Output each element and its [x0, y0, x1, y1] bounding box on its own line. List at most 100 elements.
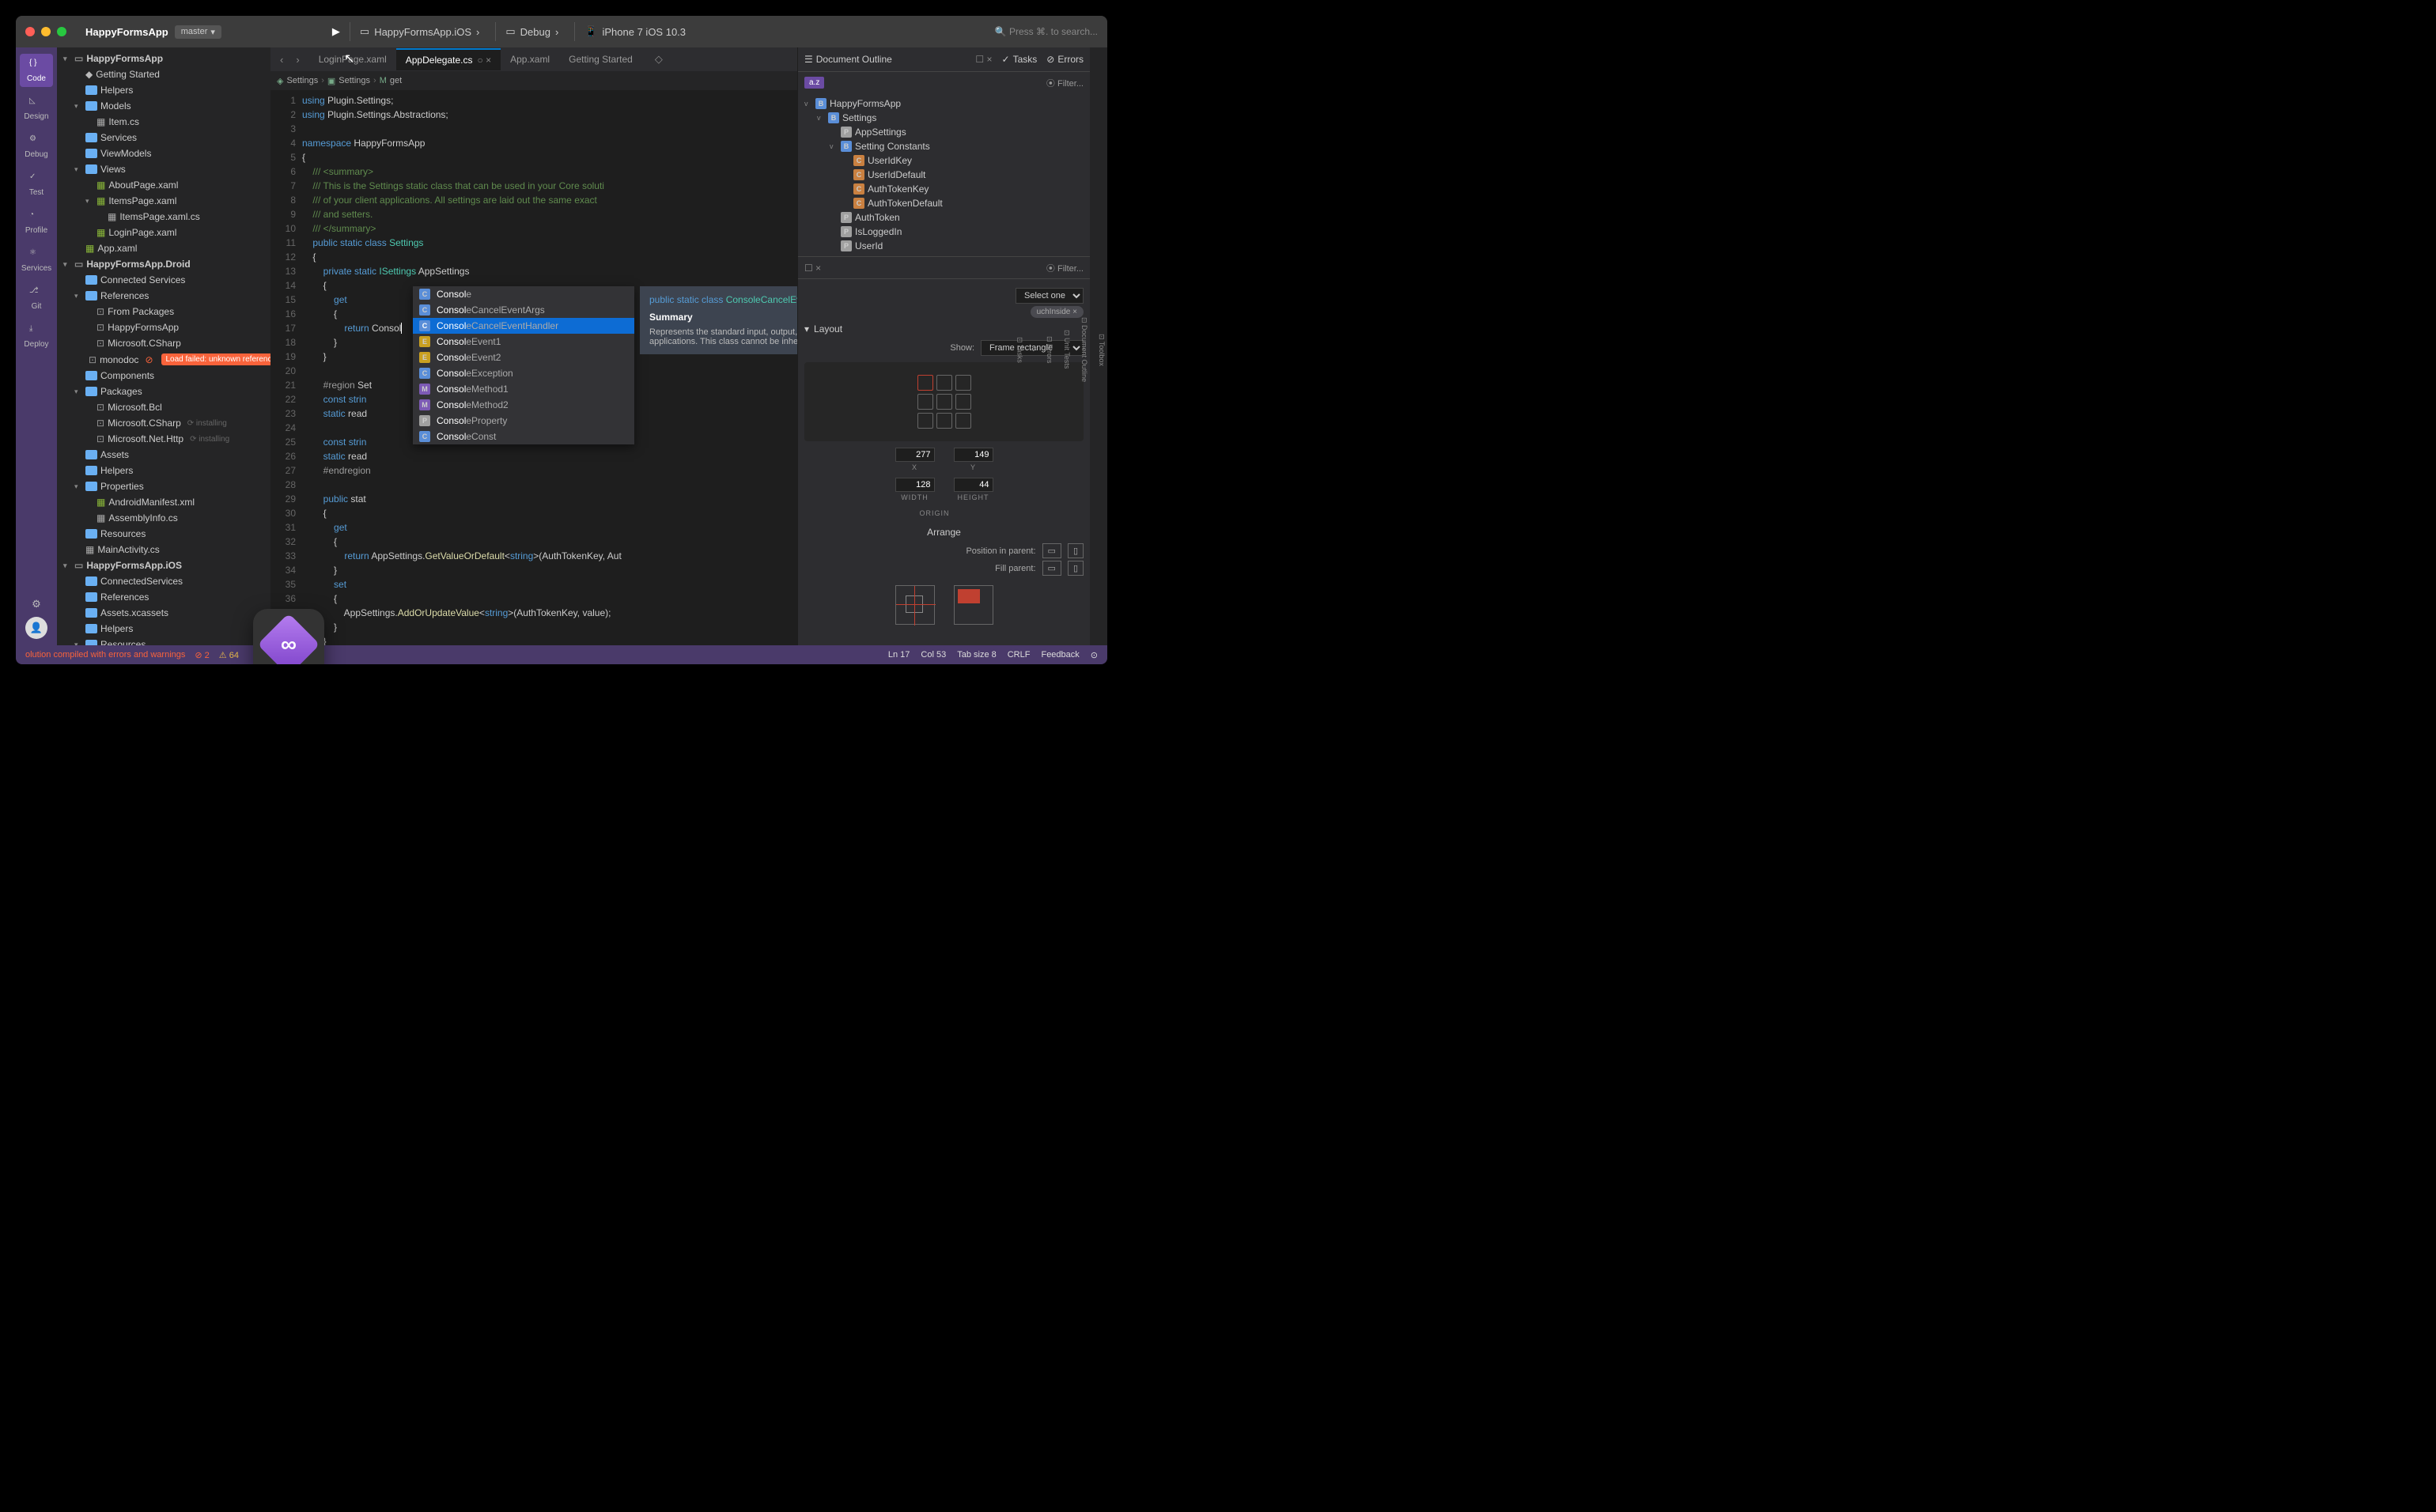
tree-item[interactable]: References	[57, 589, 270, 605]
side-tab[interactable]: ⊡ Errors	[1044, 330, 1055, 370]
side-tab[interactable]: ⊡ Document Outline	[1079, 311, 1090, 388]
dock-app-icon[interactable]: ∞	[253, 609, 324, 664]
height-input[interactable]	[954, 478, 993, 492]
errors-tab[interactable]: ⊘ Errors	[1046, 54, 1084, 65]
autocomplete-item[interactable]: CConsoleCancelEventHandler	[413, 318, 634, 334]
activity-deploy[interactable]: ⤓Deploy	[20, 319, 53, 353]
pos-v-icon[interactable]: ▯	[1068, 543, 1084, 558]
autocomplete-item[interactable]: CConsole	[413, 286, 634, 302]
breadcrumb-item[interactable]: M get	[380, 76, 402, 85]
tree-item[interactable]: ⊡Microsoft.Net.Http⟳ installing	[57, 431, 270, 447]
outline-item[interactable]: C AuthTokenDefault	[798, 196, 1090, 210]
outline-item[interactable]: vB Setting Constants	[798, 139, 1090, 153]
props-dock-icon[interactable]: ☐ ×	[804, 263, 821, 274]
feedback-link[interactable]: Feedback	[1041, 650, 1079, 660]
tasks-tab[interactable]: ✓ Tasks	[1002, 54, 1038, 65]
branch-selector[interactable]: master ▾	[175, 25, 221, 39]
tree-item[interactable]: ▦ItemsPage.xaml.cs	[57, 209, 270, 225]
tab-size[interactable]: Tab size 8	[957, 650, 997, 660]
outline-filter[interactable]: ⦿ Filter...	[1046, 77, 1084, 89]
tree-item[interactable]: ▦MainActivity.cs	[57, 542, 270, 558]
origin-x-input[interactable]	[895, 448, 935, 462]
activity-git[interactable]: ⎇Git	[20, 282, 53, 315]
activity-debug[interactable]: ⚙Debug	[20, 130, 53, 163]
target-device[interactable]: 📱 iPhone 7 iOS 10.3	[574, 22, 692, 41]
editor-tab[interactable]: LoginPage.xaml	[309, 48, 396, 70]
doc-outline-tab[interactable]: ☰ Document Outline	[804, 54, 892, 65]
activity-services[interactable]: ⚛Services	[20, 244, 53, 277]
side-tab[interactable]: ⊡ Toolbox	[1096, 327, 1107, 372]
autocomplete-item[interactable]: MConsoleMethod2	[413, 397, 634, 413]
tree-item[interactable]: ⊡From Packages	[57, 304, 270, 319]
tree-item[interactable]: ViewModels	[57, 146, 270, 161]
tree-item[interactable]: ▾References	[57, 288, 270, 304]
tree-item[interactable]: Assets.xcassets	[57, 605, 270, 621]
event-chip[interactable]: uchInside ×	[1031, 306, 1084, 318]
tree-item[interactable]: ▾Properties	[57, 478, 270, 494]
line-ending[interactable]: CRLF	[1008, 650, 1031, 660]
tree-item[interactable]: ▦AndroidManifest.xml	[57, 494, 270, 510]
tree-item[interactable]: ▾▦ItemsPage.xaml	[57, 193, 270, 209]
settings-icon[interactable]: ⚙	[32, 598, 41, 610]
tree-item[interactable]: Resources	[57, 526, 270, 542]
tree-item[interactable]: ConnectedServices	[57, 573, 270, 589]
pos-h-icon[interactable]: ▭	[1042, 543, 1061, 558]
nav-forward[interactable]: ›	[293, 54, 302, 66]
outline-item[interactable]: P AuthToken	[798, 210, 1090, 225]
tree-item[interactable]: Helpers	[57, 82, 270, 98]
startup-project[interactable]: ▭ HappyFormsApp.iOS ›	[350, 22, 486, 41]
pad-dock-icon[interactable]: ☐ ×	[975, 54, 992, 65]
outline-item[interactable]: C UserIdKey	[798, 153, 1090, 168]
property-select[interactable]: Select one	[1016, 288, 1084, 304]
tree-item[interactable]: Connected Services	[57, 272, 270, 288]
tree-item[interactable]: ▦LoginPage.xaml	[57, 225, 270, 240]
layout-section[interactable]: ▾ Layout	[804, 320, 1084, 338]
autocomplete-popup[interactable]: CConsoleCConsoleCancelEventArgsCConsoleC…	[413, 286, 634, 444]
autocomplete-item[interactable]: CConsoleCancelEventArgs	[413, 302, 634, 318]
tree-item[interactable]: ⊡HappyFormsApp	[57, 319, 270, 335]
fullscreen-window[interactable]	[57, 27, 66, 36]
notification-icon[interactable]: ⊙	[1091, 650, 1098, 660]
activity-design[interactable]: ◺Design	[20, 92, 53, 125]
tree-item[interactable]: ▾▭HappyFormsApp.Droid	[57, 256, 270, 272]
activity-profile[interactable]: ◔Profile	[20, 206, 53, 239]
activity-code[interactable]: { }Code	[20, 54, 53, 87]
props-filter[interactable]: ⦿ Filter...	[1046, 262, 1084, 274]
outline-item[interactable]: P AppSettings	[798, 125, 1090, 139]
outline-item[interactable]: vB HappyFormsApp	[798, 96, 1090, 111]
warning-count[interactable]: ⚠ 64	[219, 650, 239, 660]
fill-v-icon[interactable]: ▯	[1068, 561, 1084, 576]
search-hint[interactable]: 🔍 Press ⌘. to search...	[995, 26, 1098, 37]
close-window[interactable]	[25, 27, 35, 36]
outline-item[interactable]: C UserIdDefault	[798, 168, 1090, 182]
tree-item[interactable]: ⊡Microsoft.CSharp	[57, 335, 270, 351]
autocomplete-item[interactable]: PConsoleProperty	[413, 413, 634, 429]
tree-item[interactable]: ⊡Microsoft.CSharp⟳ installing	[57, 415, 270, 431]
outline-item[interactable]: P UserId	[798, 239, 1090, 253]
tree-item[interactable]: Services	[57, 130, 270, 146]
layout-grid[interactable]	[804, 362, 1084, 441]
tree-item[interactable]: ⊡monodoc⊘Load failed: unknown reference	[57, 351, 270, 368]
run-button[interactable]: ▶	[332, 25, 340, 38]
editor-tab[interactable]: AppDelegate.cs ○ ×	[396, 48, 501, 70]
breadcrumb-item[interactable]: ◈ Settings	[277, 76, 318, 86]
code-editor[interactable]: 1234567891011121314151617181920212223242…	[270, 90, 797, 645]
autocomplete-item[interactable]: CConsoleException	[413, 365, 634, 381]
activity-test[interactable]: ✓Test	[20, 168, 53, 201]
tree-item[interactable]: Components	[57, 368, 270, 384]
tree-item[interactable]: ▦AssemblyInfo.cs	[57, 510, 270, 526]
tree-item[interactable]: ▦AboutPage.xaml	[57, 177, 270, 193]
tree-item[interactable]: ▦Item.cs	[57, 114, 270, 130]
outline-item[interactable]: P IsLoggedIn	[798, 225, 1090, 239]
side-tab[interactable]: ⊡ Tasks	[1014, 331, 1025, 369]
tree-item[interactable]: Helpers	[57, 463, 270, 478]
tab-dropdown-icon[interactable]: ◇	[655, 53, 663, 66]
autocomplete-item[interactable]: EConsoleEvent1	[413, 334, 634, 350]
nav-back[interactable]: ‹	[277, 54, 286, 66]
sort-alpha-button[interactable]: a.z	[804, 77, 824, 89]
tree-item[interactable]: Assets	[57, 447, 270, 463]
tree-item[interactable]: Helpers	[57, 621, 270, 637]
tree-item[interactable]: ▾▭HappyFormsApp.iOS	[57, 558, 270, 573]
build-config[interactable]: ▭ Debug ›	[495, 22, 565, 41]
error-count[interactable]: ⊘ 2	[195, 650, 209, 660]
